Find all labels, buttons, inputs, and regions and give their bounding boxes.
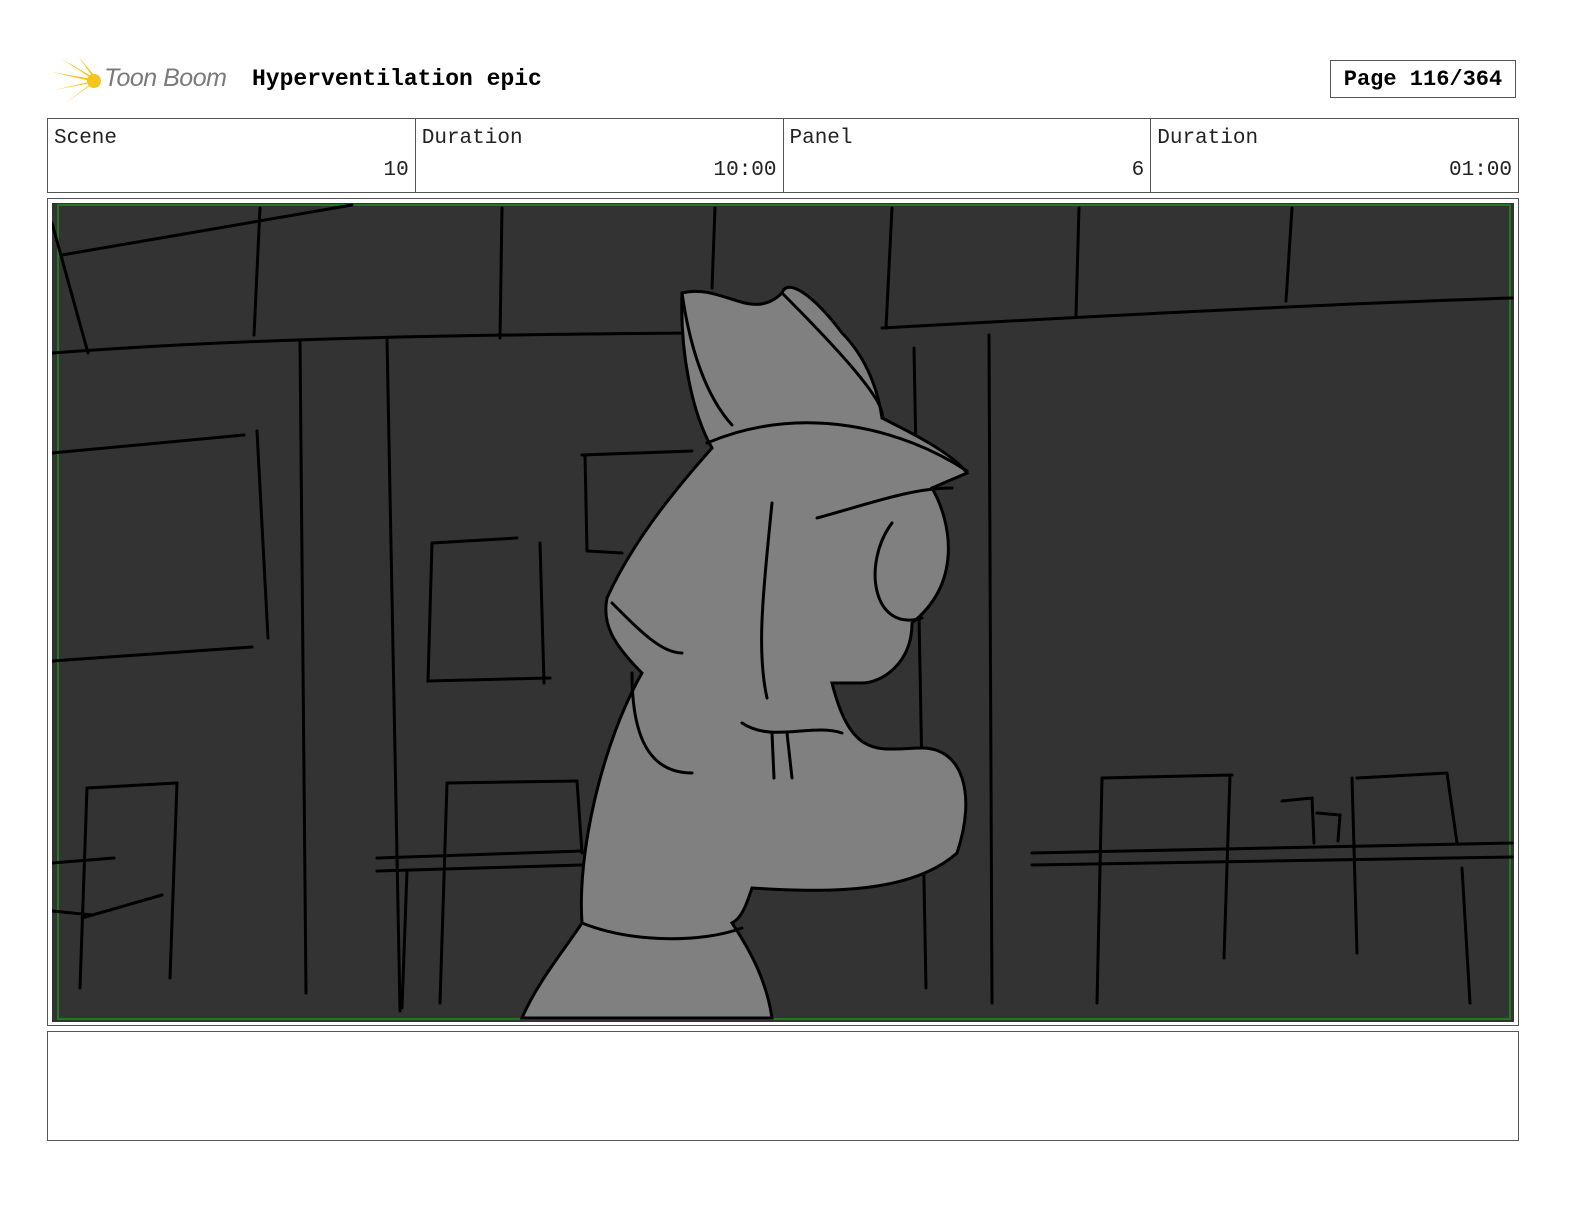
project-title: Hyperventilation epic <box>252 66 542 92</box>
panel-label: Panel <box>789 127 853 150</box>
panel-notes-box <box>47 1031 1519 1141</box>
scene-duration-cell: Duration 10:00 <box>416 119 784 192</box>
panel-duration-cell: Duration 01:00 <box>1151 119 1518 192</box>
panel-cell: Panel 6 <box>784 119 1152 192</box>
storyboard-panel-image <box>52 203 1514 1022</box>
scene-label: Scene <box>54 127 118 150</box>
scene-duration-value: 10:00 <box>713 159 777 182</box>
panel-info-table: Scene 10 Duration 10:00 Panel 6 Duration… <box>47 118 1519 193</box>
scene-cell: Scene 10 <box>48 119 416 192</box>
logo-text: Toon Boom <box>104 64 227 92</box>
page-indicator: Page 116/364 <box>1330 60 1516 98</box>
scene-duration-label: Duration <box>421 127 523 150</box>
scene-value: 10 <box>383 159 409 182</box>
panel-duration-label: Duration <box>1157 127 1259 150</box>
panel-value: 6 <box>1131 159 1145 182</box>
panel-duration-value: 01:00 <box>1448 159 1512 182</box>
